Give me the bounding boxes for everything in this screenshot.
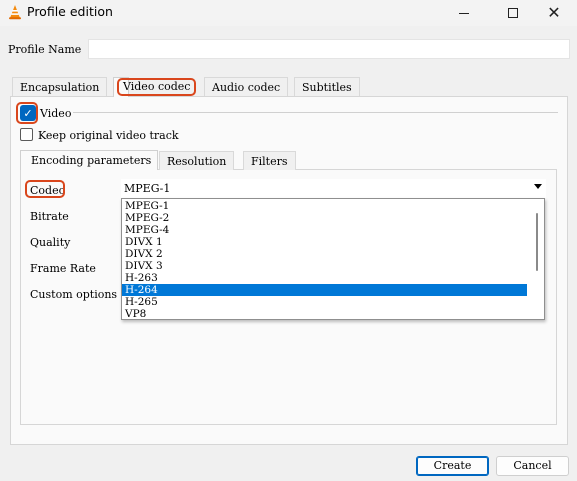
- tab-video-codec[interactable]: Video codec: [113, 77, 197, 97]
- minimize-button[interactable]: [441, 0, 487, 26]
- codec-label-highlight: [25, 180, 65, 198]
- profile-name-label: Profile Name: [8, 43, 82, 56]
- minimize-icon: [459, 12, 469, 14]
- tab-subtitles[interactable]: Subtitles: [294, 77, 360, 96]
- window-title: Profile edition: [27, 4, 113, 19]
- codec-option[interactable]: DIVX 2: [122, 248, 527, 260]
- codec-select[interactable]: MPEG-1: [121, 179, 546, 198]
- quality-label: Quality: [30, 236, 71, 249]
- codec-option[interactable]: MPEG-1: [122, 200, 527, 212]
- video-checkbox-highlight: [16, 102, 38, 124]
- close-button[interactable]: ✕: [531, 0, 577, 26]
- video-group-divider: [73, 112, 558, 113]
- title-bar: Profile edition ✕: [0, 0, 577, 26]
- vlc-cone-icon: [9, 5, 21, 20]
- bitrate-label: Bitrate: [30, 210, 69, 223]
- codec-option[interactable]: DIVX 3: [122, 260, 527, 272]
- chevron-down-icon: [534, 184, 542, 189]
- profile-name-input[interactable]: [88, 39, 570, 59]
- codec-option[interactable]: DIVX 1: [122, 236, 527, 248]
- tab-encoding-parameters[interactable]: Encoding parameters: [20, 150, 158, 170]
- keep-original-label: Keep original video track: [38, 129, 179, 142]
- dropdown-scrollbar[interactable]: [536, 213, 538, 271]
- codec-option[interactable]: MPEG-2: [122, 212, 527, 224]
- maximize-icon: [508, 8, 518, 18]
- tab-encapsulation[interactable]: Encapsulation: [12, 77, 108, 96]
- codec-option[interactable]: MPEG-4: [122, 224, 527, 236]
- tab-audio-codec[interactable]: Audio codec: [204, 77, 289, 96]
- tab-filters[interactable]: Filters: [243, 151, 296, 170]
- maximize-button[interactable]: [490, 0, 536, 26]
- frame-rate-label: Frame Rate: [30, 262, 96, 275]
- codec-select-value: MPEG-1: [124, 182, 171, 195]
- video-label: Video: [40, 107, 72, 120]
- create-button[interactable]: Create: [416, 456, 489, 476]
- codec-option[interactable]: VP8: [122, 308, 527, 319]
- tab-resolution[interactable]: Resolution: [159, 151, 235, 170]
- codec-dropdown-list[interactable]: MPEG-1 MPEG-2 MPEG-4 DIVX 1 DIVX 2 DIVX …: [121, 198, 545, 320]
- tab-video-codec-label: Video codec: [117, 78, 197, 96]
- cancel-button[interactable]: Cancel: [496, 456, 569, 476]
- keep-original-checkbox[interactable]: [20, 128, 33, 141]
- codec-option-highlighted[interactable]: H-264: [122, 284, 527, 296]
- codec-option[interactable]: H-263: [122, 272, 527, 284]
- close-icon: ✕: [547, 3, 561, 22]
- custom-options-label: Custom options: [30, 288, 118, 301]
- codec-option[interactable]: H-265: [122, 296, 527, 308]
